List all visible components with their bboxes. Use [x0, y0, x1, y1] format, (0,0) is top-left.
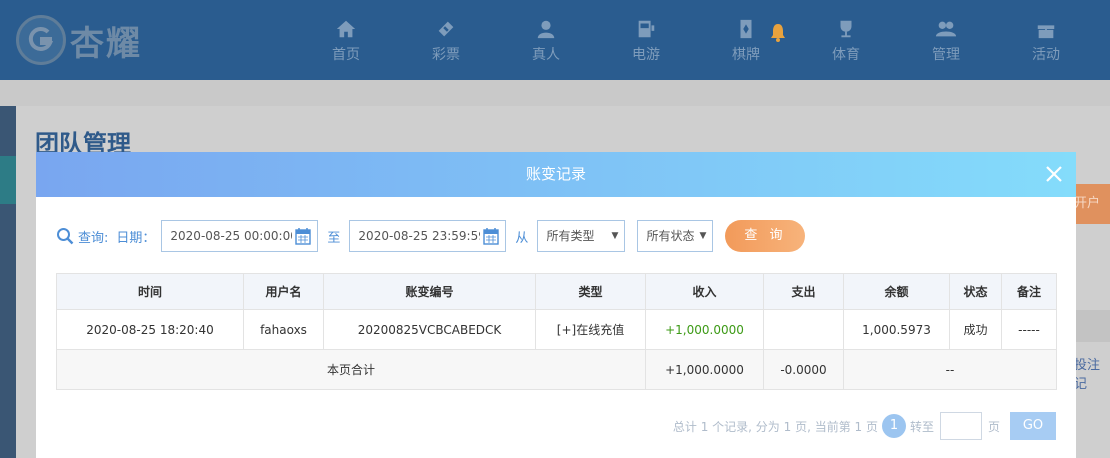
- nav-item-promotions[interactable]: 活动: [996, 0, 1096, 80]
- column-header: 账变编号: [323, 273, 536, 310]
- modal-title: 账变记录: [525, 165, 586, 183]
- column-header: 余额: [843, 273, 950, 310]
- cell-username: fahaoxs: [243, 309, 324, 350]
- nav-label: 电游: [632, 47, 660, 63]
- column-header: 备注: [1001, 273, 1057, 310]
- column-header: 支出: [763, 273, 844, 310]
- cell-status: 成功: [949, 309, 1002, 350]
- nav-item-home[interactable]: 首页: [296, 0, 396, 80]
- to-label: 至: [327, 230, 341, 246]
- brand-logo[interactable]: 杏耀: [16, 8, 142, 72]
- nav-item-live-casino[interactable]: 真人: [496, 0, 596, 80]
- chevron-down-icon: ▼: [611, 231, 619, 241]
- type-select-value: 所有类型: [546, 229, 595, 243]
- table-band-partial: [1076, 310, 1110, 342]
- bell-icon[interactable]: [768, 22, 788, 42]
- cell-balance: 1,000.5973: [843, 309, 950, 350]
- cell-income: +1,000.0000: [645, 309, 764, 350]
- status-select[interactable]: 所有状态 ▼: [637, 220, 714, 252]
- goto-label: 转至: [909, 419, 934, 434]
- end-date-input[interactable]: [350, 221, 481, 251]
- home-icon: [336, 20, 356, 38]
- main-nav: 首页 彩票 真人 电游 棋牌 体育 管理 活动: [296, 0, 1096, 80]
- sub-header-strip: [0, 80, 1110, 106]
- cell-time: 2020-08-25 18:20:40: [56, 309, 244, 350]
- cards-icon: [740, 19, 752, 39]
- records-table: 时间 用户名 账变编号 类型 收入 支出 余额 状态 备注 2020-08-25…: [56, 273, 1057, 390]
- cell-expense: [763, 309, 844, 350]
- account-changes-modal: 账变记录 查询: 日期： 至 从 所有类型 ▼ 所有状态 ▼ 查 询: [36, 152, 1076, 458]
- type-select[interactable]: 所有类型 ▼: [537, 220, 626, 252]
- logo-emblem-icon: [16, 15, 66, 65]
- query-label: 查询:: [78, 230, 109, 246]
- sidebar-active-item[interactable]: [0, 156, 16, 204]
- column-header: 类型: [535, 273, 646, 310]
- go-button[interactable]: GO: [1010, 412, 1056, 440]
- page-unit-label: 页: [987, 419, 1000, 434]
- nav-label: 管理: [932, 47, 960, 63]
- search-icon: [57, 228, 74, 245]
- summary-expense: -0.0000: [763, 349, 844, 390]
- column-header: 用户名: [243, 273, 324, 310]
- nav-label: 首页: [332, 47, 360, 63]
- cell-code: 20200825VCBCABEDCK: [323, 309, 536, 350]
- pagination: 总计 1 个记录, 分为 1 页, 当前第 1 页 1 转至 页 GO: [673, 412, 1056, 440]
- nav-item-management[interactable]: 管理: [896, 0, 996, 80]
- start-date-input[interactable]: [162, 221, 293, 251]
- column-header: 状态: [949, 273, 1002, 310]
- column-header: 收入: [645, 273, 764, 310]
- summary-balance: --: [843, 349, 1057, 390]
- lottery-icon: [438, 21, 454, 37]
- table-row: 2020-08-25 18:20:40 fahaoxs 20200825VCBC…: [56, 309, 1057, 350]
- bet-records-link-partial[interactable]: 投注记: [1074, 354, 1110, 392]
- calendar-icon[interactable]: [483, 227, 500, 245]
- users-icon: [935, 21, 957, 37]
- summary-label: 本页合计: [56, 349, 646, 390]
- nav-item-lottery[interactable]: 彩票: [396, 0, 496, 80]
- nav-label: 彩票: [432, 47, 460, 63]
- brand-name: 杏耀: [70, 23, 142, 64]
- start-date-field[interactable]: [161, 220, 319, 252]
- nav-item-sports[interactable]: 体育: [796, 0, 896, 80]
- gift-icon: [1037, 25, 1055, 39]
- nav-label: 棋牌: [732, 47, 760, 63]
- live-casino-icon: [537, 20, 555, 39]
- modal-header: 账变记录: [36, 152, 1076, 197]
- trophy-icon: [840, 20, 852, 38]
- cell-remark: -----: [1001, 309, 1057, 350]
- date-label: 日期：: [116, 230, 156, 246]
- query-button[interactable]: 查 询: [725, 220, 806, 252]
- end-date-field[interactable]: [349, 220, 507, 252]
- summary-income: +1,000.0000: [645, 349, 764, 390]
- cell-type: [+]在线充值: [535, 309, 646, 350]
- slot-machine-icon: [638, 20, 655, 38]
- nav-label: 活动: [1032, 47, 1060, 63]
- top-navigation-bar: 杏耀 首页 彩票 真人 电游 棋牌 体育 管理 活动: [0, 0, 1110, 80]
- from-label: 从: [515, 230, 529, 246]
- calendar-icon[interactable]: [295, 227, 312, 245]
- pager-info: 总计 1 个记录, 分为 1 页, 当前第 1 页: [672, 419, 878, 434]
- chevron-down-icon: ▼: [699, 231, 707, 241]
- table-header-row: 时间 用户名 账变编号 类型 收入 支出 余额 状态 备注: [56, 273, 1057, 310]
- close-icon[interactable]: [1042, 162, 1066, 186]
- nav-item-slots[interactable]: 电游: [596, 0, 696, 80]
- column-header: 时间: [56, 273, 244, 310]
- nav-label: 真人: [532, 47, 560, 63]
- summary-row: 本页合计 +1,000.0000 -0.0000 --: [56, 349, 1057, 390]
- nav-label: 体育: [832, 47, 860, 63]
- open-account-button-partial[interactable]: 开户: [1072, 184, 1110, 224]
- filter-bar: 查询: 日期： 至 从 所有类型 ▼ 所有状态 ▼ 查 询: [56, 220, 806, 252]
- page-number-current[interactable]: 1: [881, 414, 906, 438]
- status-select-value: 所有状态: [646, 229, 695, 243]
- goto-page-input[interactable]: [939, 412, 982, 440]
